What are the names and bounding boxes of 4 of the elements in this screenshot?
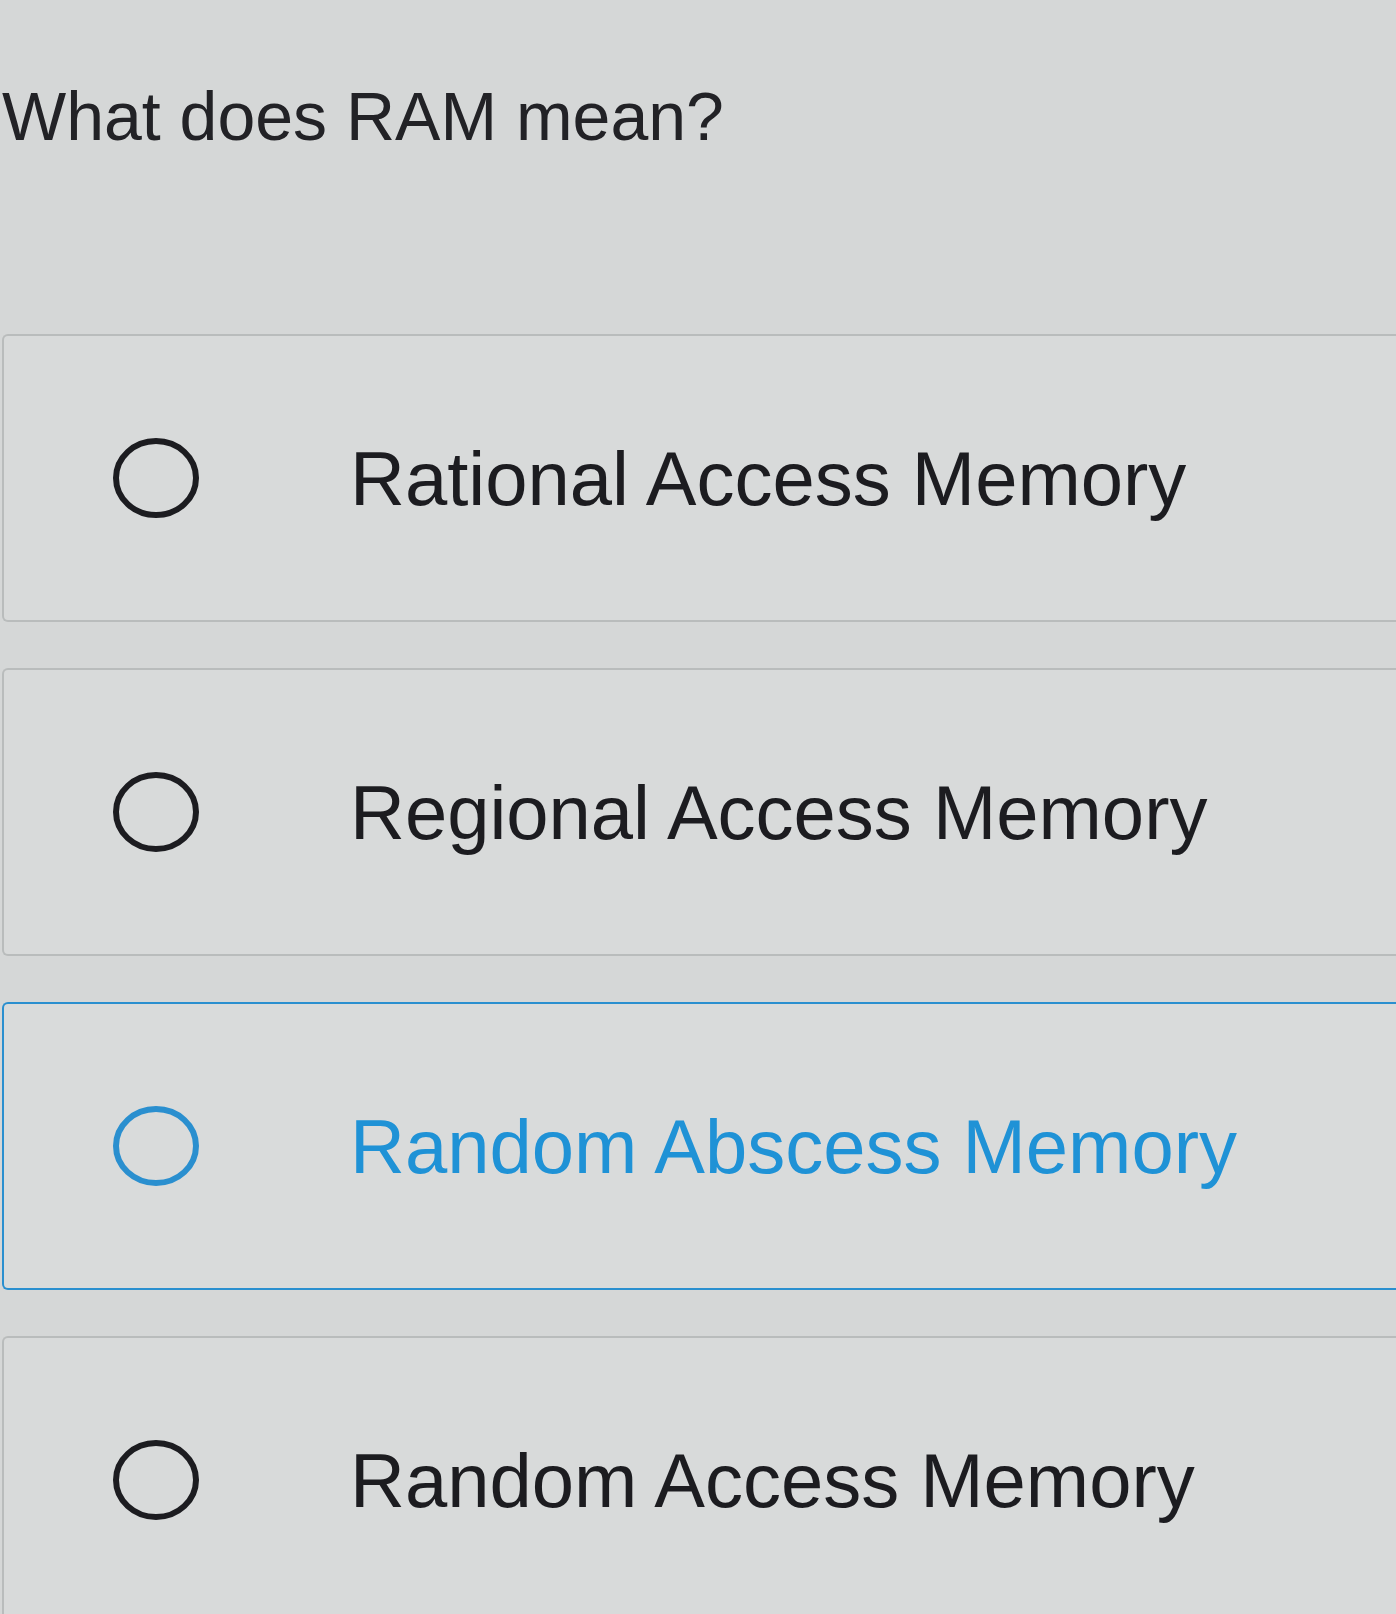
answer-option[interactable]: Regional Access Memory <box>2 668 1396 956</box>
answer-option[interactable]: Random Access Memory <box>2 1336 1396 1614</box>
answer-option[interactable]: Rational Access Memory <box>2 334 1396 622</box>
question-text: What does RAM mean? <box>2 77 724 156</box>
